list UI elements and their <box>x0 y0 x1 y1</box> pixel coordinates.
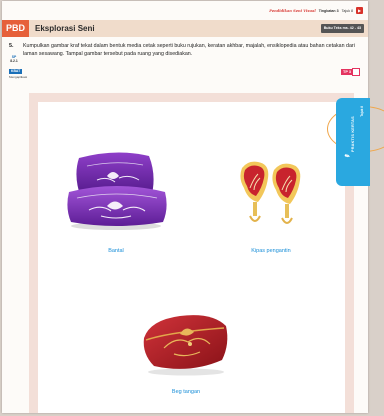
question-text: Kumpulkan gambar kraf tekat dalam bentuk… <box>23 43 355 57</box>
wedding-fan-image <box>240 161 301 224</box>
pillow-image <box>67 152 167 230</box>
page-top-line: Pendidikan Seni Visual Tingkatan 3 Tajuk… <box>269 7 363 14</box>
sp-tag: SP 8.2.1 <box>9 55 19 64</box>
section-title: Eksplorasi Seni <box>35 24 95 33</box>
sp-code: 8.2.1 <box>10 58 18 63</box>
caption-handbag: Beg tangan <box>171 389 201 395</box>
kbat-skill: Mengaplikasi <box>9 75 28 79</box>
textbook-reference-badge: Buku Teks ms. 42 - 43 <box>320 24 364 33</box>
answer-area: Bantal Kipas pengantin Beg tangan <box>38 102 345 413</box>
caption-pillow: Bantal <box>108 248 124 254</box>
form-level: Tingkatan 3 <box>318 8 339 13</box>
pdf-icon[interactable]: ▶ <box>356 7 363 14</box>
workbook-page: Pendidikan Seni Visual Tingkatan 3 Tajuk… <box>2 1 384 413</box>
handbag-image <box>143 315 228 376</box>
caption-wedding-fan: Kipas pengantin <box>251 248 291 254</box>
side-tab[interactable]: PRAKTIS KERTAS Tajuk 8 <box>336 98 370 186</box>
subject-name: Pendidikan Seni Visual <box>269 8 316 13</box>
side-tab-unit: Tajuk 8 <box>360 106 364 117</box>
answer-frame: Bantal Kipas pengantin Beg tangan <box>29 93 354 413</box>
pbd-label: PBD <box>2 20 29 37</box>
unit-label: Tajuk 8 <box>341 8 353 13</box>
question-number: 5. <box>9 43 14 49</box>
tp-checkbox[interactable] <box>352 68 360 76</box>
kbat-badge: KBAT <box>9 69 23 74</box>
side-tab-label: PRAKTIS KERTAS <box>351 116 355 152</box>
